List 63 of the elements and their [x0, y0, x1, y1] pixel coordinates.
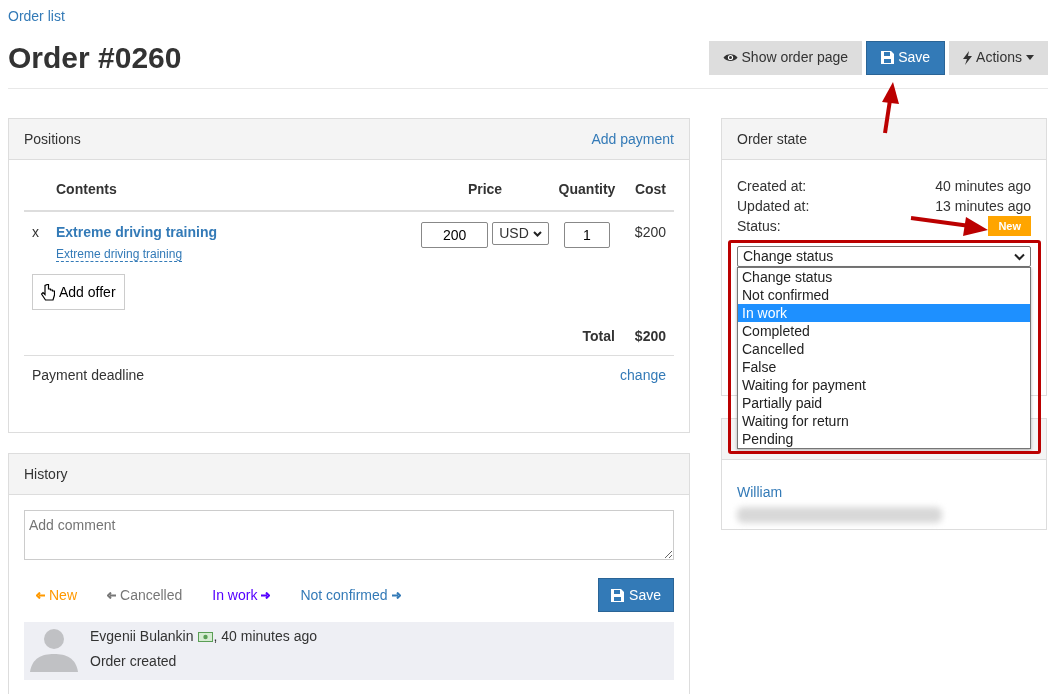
banknote-icon [197, 631, 213, 642]
actions-button[interactable]: Actions [949, 40, 1048, 75]
dropdown-option[interactable]: Not confirmed [738, 286, 1030, 304]
remove-link[interactable]: x [32, 224, 39, 240]
status-transition-link[interactable]: Not confirmed [300, 584, 401, 606]
entry-text: Order created [90, 652, 178, 671]
right-arrow-icon [391, 591, 401, 599]
caret-icon [1026, 55, 1034, 60]
save-button[interactable]: Save [598, 578, 674, 612]
currency-select[interactable]: USD [492, 222, 549, 245]
dropdown-option[interactable]: False [738, 358, 1030, 376]
page-title: Order #0260 [8, 39, 182, 76]
card-title: History [24, 464, 68, 484]
dropdown-option[interactable]: Completed [738, 322, 1030, 340]
chevron-down-icon [532, 230, 542, 237]
card-title: Order state [737, 129, 808, 149]
quantity-field[interactable]: 1 [564, 222, 610, 248]
product-link[interactable]: Extreme driving training [56, 222, 218, 243]
change-link[interactable]: change [620, 365, 666, 386]
total-label: Total [582, 327, 615, 346]
dropdown-option[interactable]: Partially paid [738, 394, 1030, 412]
right-arrow-icon [261, 591, 271, 599]
chevron-down-icon [1014, 252, 1025, 261]
annotation-arrow [882, 82, 899, 134]
column-header: Price [466, 180, 504, 199]
column-header: Quantity [557, 180, 617, 199]
dropdown-option[interactable]: Waiting for return [738, 412, 1030, 430]
offer-link[interactable]: Extreme driving training [56, 247, 183, 262]
save-button[interactable]: Save [866, 40, 946, 75]
show-order-page-button[interactable]: Show order page [708, 40, 863, 75]
entry-time: , 40 minutes ago [213, 627, 318, 646]
field-value: 40 minutes ago [935, 177, 1031, 196]
field-label: Status: [737, 216, 781, 236]
customer-name-link[interactable]: William [737, 484, 783, 500]
card-title: Positions [24, 129, 81, 149]
dropdown-option[interactable]: Change status [738, 268, 1030, 286]
add-payment-link[interactable]: Add payment [591, 128, 674, 150]
left-arrow-icon [36, 591, 45, 599]
breadcrumb-link[interactable]: Order list [8, 6, 65, 27]
field-value: 13 minutes ago [935, 197, 1031, 216]
left-arrow-icon [107, 591, 116, 599]
field-label: Updated at: [737, 197, 810, 216]
column-header: Cost [633, 180, 667, 199]
status-badge: New [988, 216, 1031, 236]
add-offer-button[interactable]: Add offer [32, 274, 125, 310]
status-select[interactable]: Change status [737, 246, 1031, 267]
dropdown-option[interactable]: Pending [738, 430, 1030, 448]
field-label: Created at: [737, 177, 807, 196]
deadline-label: Payment deadline [32, 366, 145, 385]
author-name: Evgenii Bulankin [90, 627, 194, 646]
lightning-icon [963, 50, 973, 65]
eye-icon [722, 52, 738, 63]
comment-field[interactable]: Add comment [24, 510, 674, 560]
avatar-icon [30, 626, 78, 672]
table-cell-text: $200 [633, 223, 667, 242]
status-transition-link[interactable]: Cancelled [107, 584, 183, 606]
pointing-hand-icon [41, 283, 55, 301]
dropdown-option[interactable]: Waiting for payment [738, 376, 1030, 394]
price-field[interactable]: 200 [421, 222, 489, 248]
dropdown-option[interactable]: Cancelled [738, 340, 1030, 358]
status-transition-link[interactable]: In work [212, 584, 271, 606]
column-header: Contents [56, 180, 118, 199]
total-value: $200 [634, 327, 666, 346]
